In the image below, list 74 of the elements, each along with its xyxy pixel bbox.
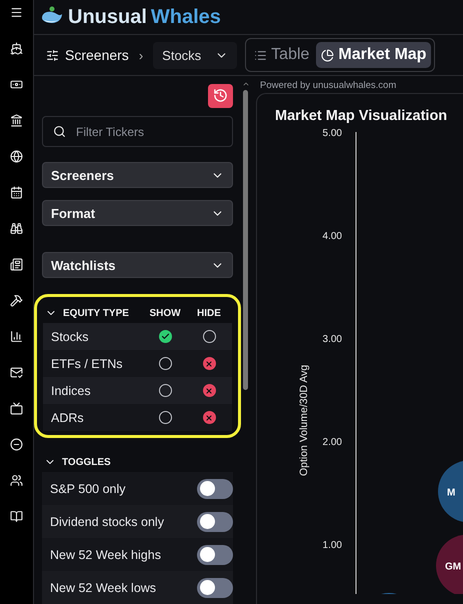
tv-icon[interactable] (10, 402, 23, 415)
x-icon (205, 414, 213, 422)
toggle-label: New 52 Week lows (50, 580, 158, 595)
y-tick-label: 1.00 (322, 540, 342, 551)
equity-label: Stocks (51, 330, 90, 344)
show-radio[interactable] (158, 357, 172, 370)
powered-by-text: Powered by unusualwhales.com (259, 79, 398, 93)
toggle-label: New 52 Week highs (50, 548, 162, 562)
section-dropdown[interactable]: Format (42, 200, 233, 226)
hide-radio[interactable] (202, 357, 216, 370)
section-title: EQUITY TYPE (63, 308, 130, 319)
column-header: HIDE (196, 308, 222, 319)
section-dropdown[interactable]: Screeners (42, 162, 233, 188)
hammer-icon[interactable] (10, 294, 23, 307)
breadcrumb-separator: › (138, 48, 144, 62)
users-icon[interactable] (10, 474, 23, 487)
globe-icon[interactable] (10, 150, 23, 163)
stocks-dropdown[interactable]: Stocks (153, 42, 238, 68)
equity-label: Indices (51, 384, 92, 398)
scrollbar-thumb[interactable] (243, 90, 248, 390)
bubble-label: M (447, 487, 456, 498)
y-axis-label: Option Volume/30D Avg (298, 364, 310, 476)
toggle-label: S&P 500 only (50, 482, 127, 496)
check-icon (160, 332, 170, 342)
bank-icon[interactable] (10, 114, 23, 127)
y-tick-label: 5.00 (322, 128, 342, 139)
filter-field[interactable]: Filter Tickers (42, 116, 233, 148)
bubble[interactable] (436, 534, 463, 594)
book-icon[interactable] (10, 510, 23, 523)
pie-chart-icon (321, 48, 334, 62)
ship-icon[interactable] (10, 42, 23, 55)
section-title: TOGGLES (62, 456, 112, 468)
view-tab[interactable]: Market Map (316, 42, 432, 68)
minus-circle-icon[interactable] (10, 438, 23, 451)
section-dropdown[interactable]: Watchlists (42, 252, 233, 278)
toggle-switch[interactable] (197, 544, 233, 565)
filter-input[interactable]: Filter Tickers (74, 124, 222, 140)
breadcrumb-link[interactable]: Screeners (65, 47, 129, 63)
toggle-switch[interactable] (197, 478, 233, 499)
equity-label: ADRs (51, 410, 85, 425)
chart-title: Market Map Visualization (274, 107, 448, 124)
show-radio[interactable] (158, 411, 172, 424)
menu-icon[interactable] (10, 6, 23, 19)
bar-chart-icon[interactable] (10, 330, 23, 343)
view-tab[interactable]: Table (249, 42, 314, 68)
hide-radio[interactable] (202, 411, 216, 424)
toggle-switch[interactable] (197, 578, 233, 598)
x-icon (205, 386, 213, 395)
checked-mail-icon[interactable] (10, 366, 23, 379)
show-radio[interactable] (158, 330, 172, 344)
logo-text: Whales (150, 6, 221, 28)
banknote-icon[interactable] (10, 78, 23, 91)
history-icon (213, 88, 228, 104)
calendar-icon[interactable] (10, 186, 23, 199)
newspaper-icon[interactable] (10, 258, 23, 271)
list-icon (254, 48, 268, 62)
binoculars-icon[interactable] (10, 222, 23, 235)
search-icon (53, 125, 66, 138)
toggle-label: Dividend stocks only (50, 514, 165, 529)
sliders-icon (46, 48, 59, 62)
x-icon (205, 360, 213, 368)
hide-radio[interactable] (202, 384, 216, 398)
logo-text: Unusual (68, 6, 147, 28)
y-tick-label: 3.00 (322, 334, 342, 345)
y-tick-label: 4.00 (322, 231, 342, 242)
bubble-label: GM (445, 562, 462, 573)
bubble[interactable] (438, 460, 463, 522)
reset-button[interactable] (208, 84, 233, 108)
equity-label: ETFs / ETNs (51, 356, 124, 371)
show-radio[interactable] (158, 384, 172, 398)
column-header: SHOW (148, 308, 182, 319)
hide-radio[interactable] (202, 330, 216, 344)
y-tick-label: 2.00 (322, 437, 342, 448)
toggle-switch[interactable] (197, 512, 233, 532)
